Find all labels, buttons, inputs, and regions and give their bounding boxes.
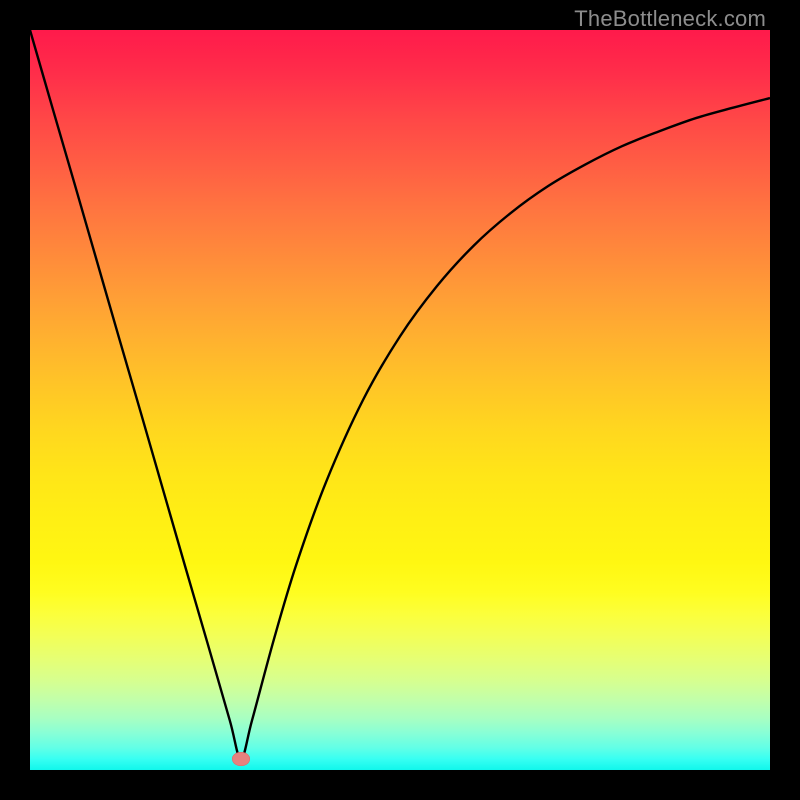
curve-path (30, 30, 770, 759)
watermark-text: TheBottleneck.com (574, 6, 766, 32)
bottleneck-curve (30, 30, 770, 770)
plot-area (30, 30, 770, 770)
minimum-marker (232, 752, 250, 766)
chart-frame: TheBottleneck.com (0, 0, 800, 800)
